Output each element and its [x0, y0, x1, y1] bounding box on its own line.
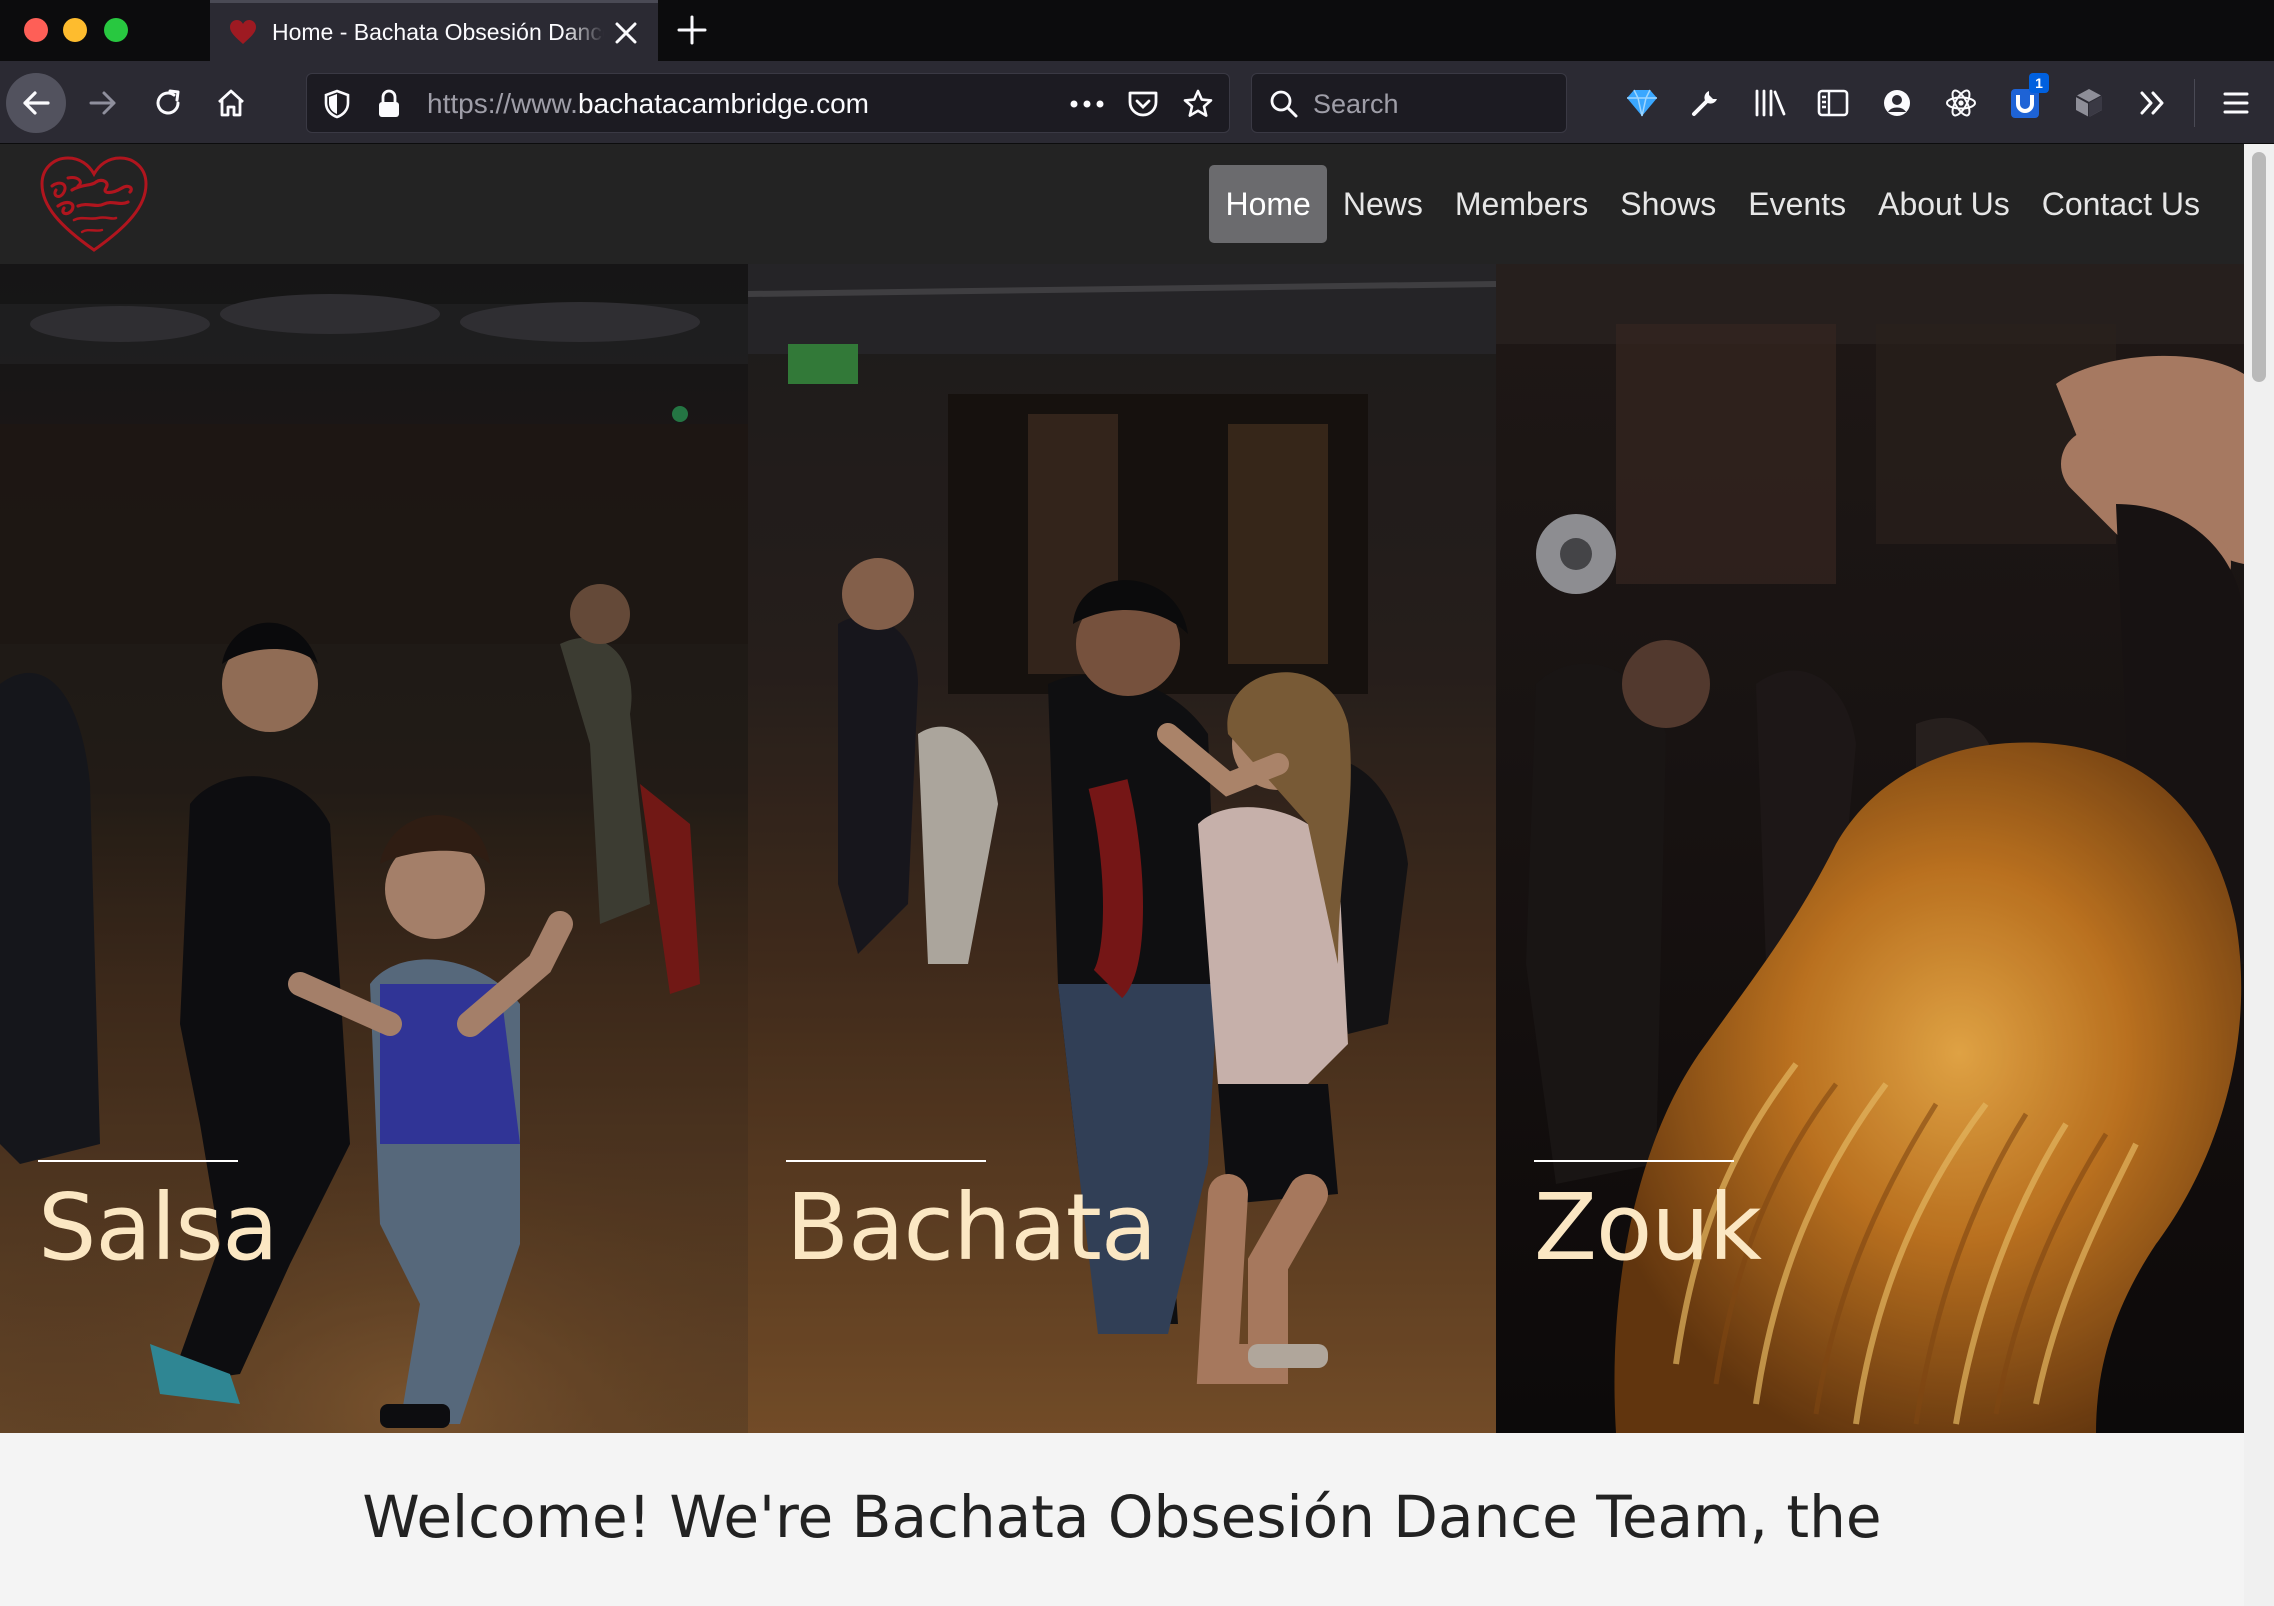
scrollbar-thumb[interactable] — [2252, 152, 2266, 382]
nav-contact-us[interactable]: Contact Us — [2026, 165, 2216, 243]
zouk-caption[interactable]: Zouk — [1534, 1168, 1762, 1288]
hamburger-menu-icon[interactable] — [2214, 81, 2258, 125]
sidebar-icon[interactable] — [1811, 81, 1855, 125]
toolbar-separator — [2194, 79, 2195, 127]
main-navigation: Home News Members Shows Events About Us … — [1209, 165, 2216, 243]
nav-about-us[interactable]: About Us — [1862, 165, 2026, 243]
reload-icon[interactable] — [148, 83, 188, 123]
nav-home[interactable]: Home — [1209, 165, 1327, 243]
diamond-icon[interactable] — [1620, 81, 1664, 125]
star-icon[interactable] — [1180, 86, 1216, 122]
nav-events[interactable]: Events — [1732, 165, 1862, 243]
pocket-icon[interactable] — [1125, 86, 1161, 122]
search-bar[interactable]: Search — [1251, 73, 1567, 133]
bachata-obsesion-logo[interactable] — [38, 154, 150, 254]
bachata-panel[interactable]: Bachata — [748, 264, 1496, 1433]
search-placeholder: Search — [1313, 89, 1399, 119]
account-icon[interactable] — [1875, 81, 1919, 125]
close-window-button[interactable] — [24, 18, 48, 42]
overflow-chevron-icon[interactable] — [2131, 81, 2175, 125]
caption-rule — [38, 1160, 238, 1162]
caption-rule — [1534, 1160, 1734, 1162]
library-icon[interactable] — [1748, 81, 1792, 125]
tab-strip: Home - Bachata Obsesión Dance Team — [0, 0, 2274, 61]
url-bar[interactable]: https://www.bachatacambridge.com — [306, 73, 1230, 133]
cube-icon[interactable] — [2067, 81, 2111, 125]
browser-toolbar: https://www.bachatacambridge.com Search — [0, 61, 2274, 144]
wrench-icon[interactable] — [1683, 81, 1727, 125]
minimize-window-button[interactable] — [63, 18, 87, 42]
close-tab-icon[interactable] — [612, 19, 640, 47]
caption-rule — [786, 1160, 986, 1162]
zoom-window-button[interactable] — [104, 18, 128, 42]
welcome-heading: Welcome! We're Bachata Obsesión Dance Te… — [362, 1483, 1882, 1551]
forward-arrow-icon[interactable] — [83, 83, 123, 123]
heart-favicon-icon — [228, 17, 258, 47]
page-viewport: Home News Members Shows Events About Us … — [0, 144, 2274, 1606]
bachata-caption[interactable]: Bachata — [786, 1168, 1157, 1288]
new-tab-icon[interactable] — [676, 14, 708, 46]
welcome-section: Welcome! We're Bachata Obsesión Dance Te… — [0, 1433, 2244, 1606]
dance-styles-hero: Salsa Bachata Zouk — [0, 264, 2244, 1433]
site-header: Home News Members Shows Events About Us … — [0, 144, 2244, 264]
back-arrow-icon — [23, 91, 50, 115]
nav-members[interactable]: Members — [1439, 165, 1604, 243]
nav-news[interactable]: News — [1327, 165, 1439, 243]
active-tab[interactable]: Home - Bachata Obsesión Dance Team — [210, 0, 658, 61]
extension-badge: 1 — [2029, 73, 2049, 93]
back-button[interactable] — [6, 73, 66, 133]
search-icon — [1266, 86, 1302, 122]
home-icon[interactable] — [211, 83, 251, 123]
nav-shows[interactable]: Shows — [1604, 165, 1732, 243]
salsa-caption[interactable]: Salsa — [38, 1168, 279, 1288]
zouk-panel[interactable]: Zouk — [1496, 264, 2244, 1433]
react-icon[interactable] — [1939, 81, 1983, 125]
url-text[interactable]: https://www.bachatacambridge.com — [427, 88, 869, 120]
lock-icon[interactable] — [371, 86, 407, 122]
tab-title: Home - Bachata Obsesión Dance Team — [272, 18, 604, 45]
page-scrollbar[interactable] — [2244, 144, 2274, 1606]
ublock-icon[interactable]: 1 — [2003, 73, 2049, 125]
more-icon[interactable] — [1069, 86, 1105, 122]
salsa-panel[interactable]: Salsa — [0, 264, 748, 1433]
shield-icon[interactable] — [319, 86, 355, 122]
